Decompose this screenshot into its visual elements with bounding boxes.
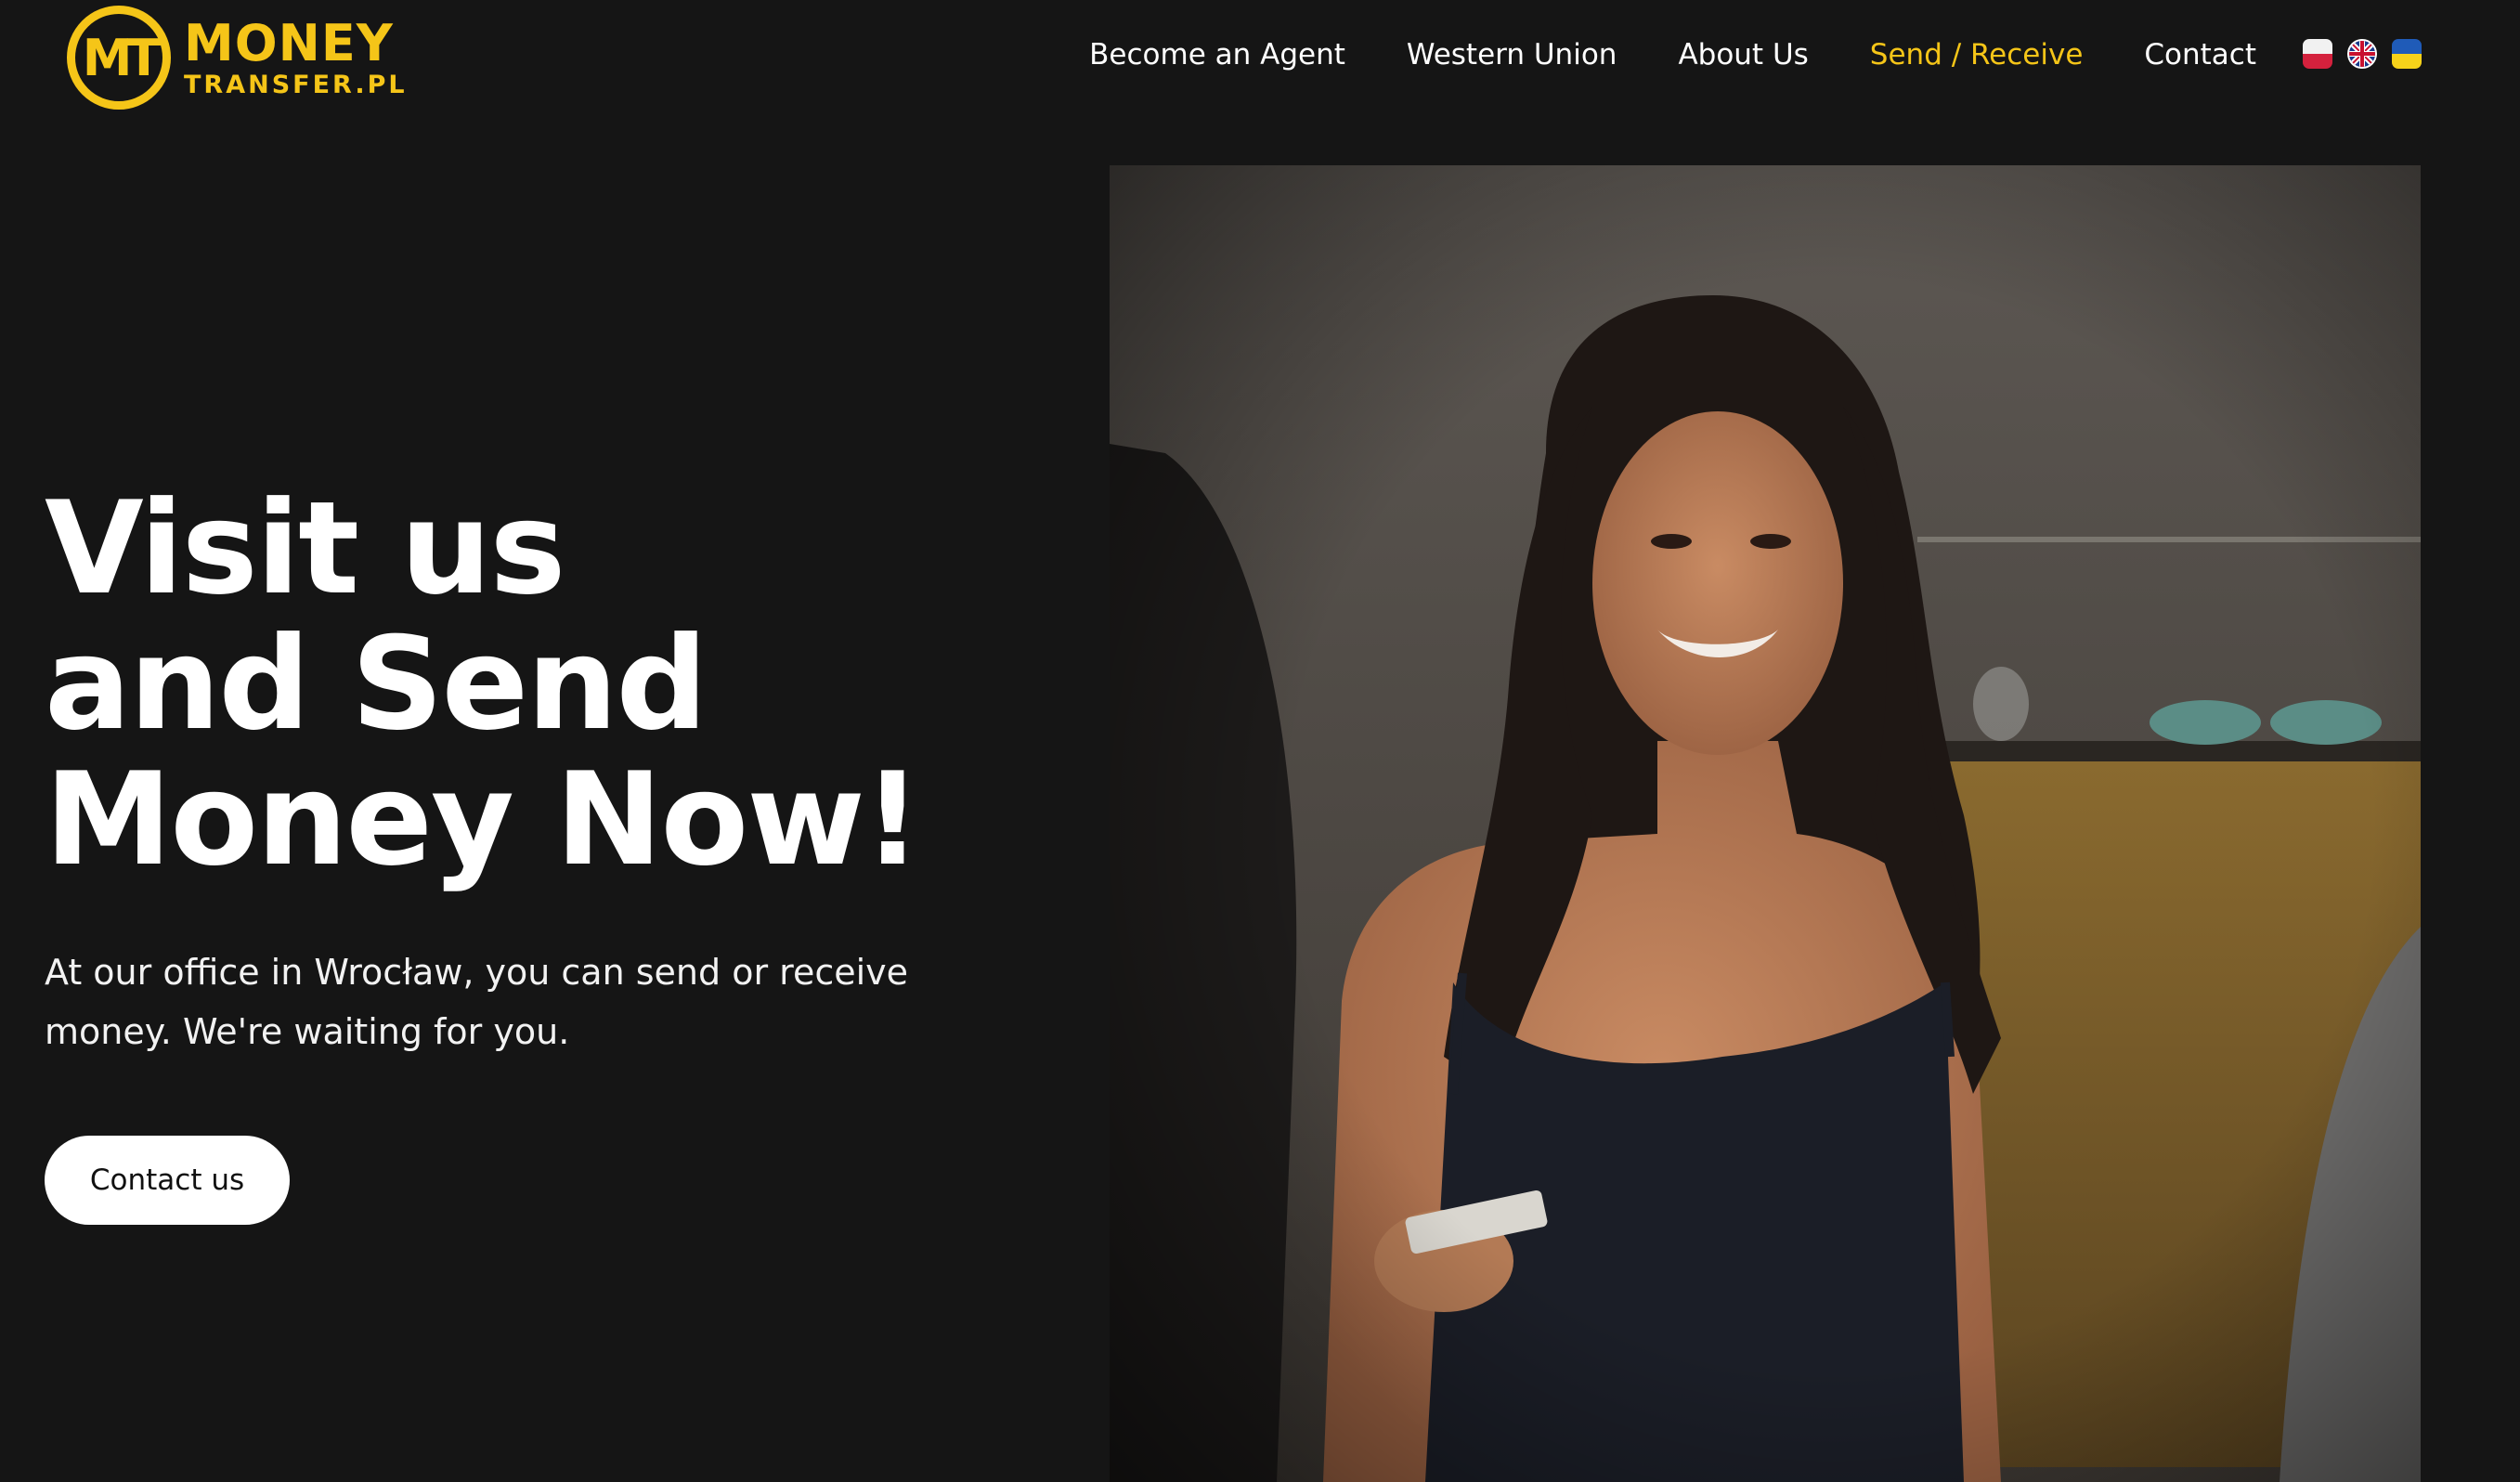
logo-name-line2: TRANSFER.PL [184,70,408,99]
nav-item-western-union[interactable]: Western Union [1407,38,1617,72]
language-switcher [2303,39,2422,69]
hero-photo-illustration [1110,165,2421,1482]
ua-flag-icon[interactable] [2392,39,2422,69]
logo-monogram: MT [82,28,162,87]
contact-us-button[interactable]: Contact us [45,1136,290,1225]
main-nav: Become an Agent Western Union About Us S… [1028,32,2256,78]
hero-title: Visit us and Send Money Now! [45,481,1066,888]
page: MT MONEY TRANSFER.PL Become an Agent Wes… [0,0,2520,1482]
nav-item-become-an-agent[interactable]: Become an Agent [1089,38,1345,72]
logo-text: MONEY TRANSFER.PL [184,13,408,99]
hero-subtitle: At our office in Wrocław, you can send o… [45,952,909,1052]
hero-title-line: and Send [45,609,708,759]
hero-title-line: Money Now! [45,745,922,894]
nav-item-about-us[interactable]: About Us [1678,38,1808,72]
nav-item-send-receive[interactable]: Send / Receive [1870,38,2084,72]
hero-title-line: Visit us [45,474,566,623]
uk-flag-icon[interactable] [2347,39,2377,69]
pl-flag-icon[interactable] [2303,39,2332,69]
nav-item-contact[interactable]: Contact [2144,38,2256,72]
logo-mark-icon: MT [67,6,171,110]
hero-photo [1110,165,2421,1482]
logo[interactable]: MT MONEY TRANSFER.PL [67,6,408,110]
logo-name-line1: MONEY [184,13,394,72]
